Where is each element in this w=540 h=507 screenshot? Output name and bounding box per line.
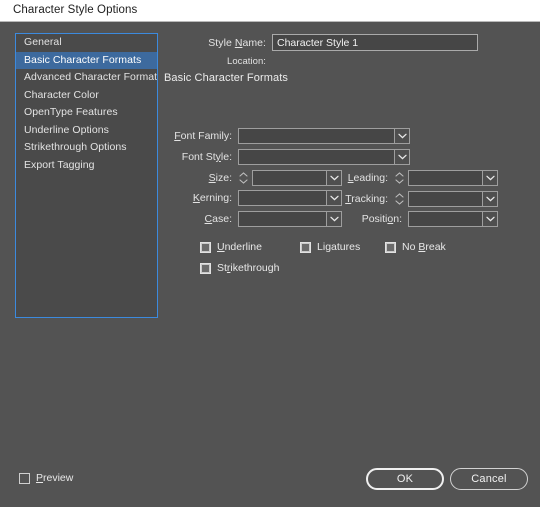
underline-label: Underline	[217, 241, 262, 253]
case-row: Case:	[160, 211, 342, 227]
sidebar-item-opentype-features[interactable]: OpenType Features	[16, 104, 157, 122]
sidebar-item-label: Character Color	[24, 89, 99, 101]
sidebar-item-label: Advanced Character Formats	[24, 71, 158, 83]
underline-checkbox[interactable]	[200, 242, 211, 253]
preview-checkbox-row[interactable]: Preview	[19, 472, 73, 484]
sidebar-item-character-color[interactable]: Character Color	[16, 87, 157, 105]
dialog-title: Character Style Options	[13, 4, 137, 16]
category-list[interactable]: General Basic Character Formats Advanced…	[15, 33, 158, 318]
ligatures-label: Ligatures	[317, 241, 360, 253]
ok-button[interactable]: OK	[366, 468, 444, 490]
options-pane: Style Name: Location: Basic Character Fo…	[160, 22, 540, 463]
case-label: Case:	[160, 213, 238, 225]
ligatures-checkbox[interactable]	[300, 242, 311, 253]
location-row: Location:	[160, 56, 360, 67]
cancel-button-label: Cancel	[471, 473, 506, 485]
sidebar-item-label: Strikethrough Options	[24, 141, 127, 153]
dialog-titlebar[interactable]: Character Style Options	[0, 0, 540, 22]
tracking-label: Tracking:	[336, 193, 394, 205]
chevron-down-icon[interactable]	[482, 171, 497, 185]
ok-button-label: OK	[397, 473, 413, 485]
strikethrough-checkbox-row[interactable]: Strikethrough	[200, 262, 279, 274]
tracking-stepper[interactable]	[394, 190, 405, 208]
dialog-body: General Basic Character Formats Advanced…	[0, 22, 540, 463]
sidebar-item-general[interactable]: General	[16, 34, 157, 52]
position-label: Position:	[336, 213, 408, 225]
stepper-up-icon[interactable]	[395, 172, 404, 177]
stepper-down-icon[interactable]	[239, 179, 248, 184]
sidebar-item-basic-character-formats[interactable]: Basic Character Formats	[16, 52, 157, 70]
style-name-label: Style Name:	[160, 37, 272, 49]
chevron-down-icon[interactable]	[482, 212, 497, 226]
chevron-down-icon[interactable]	[482, 192, 497, 206]
size-row: Size:	[160, 169, 342, 187]
leading-label: Leading:	[336, 172, 394, 184]
stepper-down-icon[interactable]	[395, 200, 404, 205]
chevron-down-icon[interactable]	[394, 129, 409, 143]
chevron-down-icon[interactable]	[394, 150, 409, 164]
font-style-label: Font Style:	[160, 151, 238, 163]
sidebar-item-label: Export Tagging	[24, 159, 95, 171]
stepper-down-icon[interactable]	[395, 179, 404, 184]
sidebar-item-label: Basic Character Formats	[24, 54, 141, 66]
leading-combobox[interactable]	[408, 170, 498, 186]
strikethrough-label: Strikethrough	[217, 262, 279, 274]
font-family-combobox[interactable]	[238, 128, 410, 144]
leading-stepper[interactable]	[394, 169, 405, 187]
font-style-row: Font Style:	[160, 149, 410, 165]
font-family-row: Font Family:	[160, 128, 410, 144]
kerning-label: Kerning:	[160, 192, 238, 204]
sidebar-item-label: Underline Options	[24, 124, 109, 136]
stepper-up-icon[interactable]	[239, 172, 248, 177]
size-label: Size:	[160, 172, 238, 184]
sidebar-item-label: OpenType Features	[24, 106, 118, 118]
leading-row: Leading:	[336, 169, 498, 187]
kerning-combobox[interactable]	[238, 190, 342, 206]
tracking-row: Tracking:	[336, 190, 498, 208]
stepper-up-icon[interactable]	[395, 193, 404, 198]
size-stepper[interactable]	[238, 169, 249, 187]
sidebar-item-label: General	[24, 36, 62, 48]
preview-label: Preview	[36, 472, 73, 484]
no-break-checkbox-row[interactable]: No Break	[385, 241, 446, 253]
size-combobox[interactable]	[252, 170, 342, 186]
position-row: Position:	[336, 211, 498, 227]
location-label: Location:	[160, 56, 272, 67]
position-combobox[interactable]	[408, 211, 498, 227]
preview-checkbox[interactable]	[19, 473, 30, 484]
tracking-combobox[interactable]	[408, 191, 498, 207]
ligatures-checkbox-row[interactable]: Ligatures	[300, 241, 360, 253]
section-heading: Basic Character Formats	[164, 72, 288, 84]
sidebar-item-strikethrough-options[interactable]: Strikethrough Options	[16, 139, 157, 157]
underline-checkbox-row[interactable]: Underline	[200, 241, 262, 253]
style-name-input[interactable]	[272, 34, 478, 51]
case-combobox[interactable]	[238, 211, 342, 227]
no-break-label: No Break	[402, 241, 446, 253]
font-family-label: Font Family:	[160, 130, 238, 142]
no-break-checkbox[interactable]	[385, 242, 396, 253]
cancel-button[interactable]: Cancel	[450, 468, 528, 490]
kerning-row: Kerning:	[160, 190, 342, 206]
sidebar-item-advanced-character-formats[interactable]: Advanced Character Formats	[16, 69, 157, 87]
style-name-row: Style Name:	[160, 34, 480, 51]
sidebar-item-underline-options[interactable]: Underline Options	[16, 122, 157, 140]
font-style-combobox[interactable]	[238, 149, 410, 165]
sidebar-item-export-tagging[interactable]: Export Tagging	[16, 157, 157, 175]
character-style-options-dialog: Character Style Options General Basic Ch…	[0, 0, 540, 507]
dialog-footer: Preview OK Cancel	[0, 463, 540, 507]
strikethrough-checkbox[interactable]	[200, 263, 211, 274]
